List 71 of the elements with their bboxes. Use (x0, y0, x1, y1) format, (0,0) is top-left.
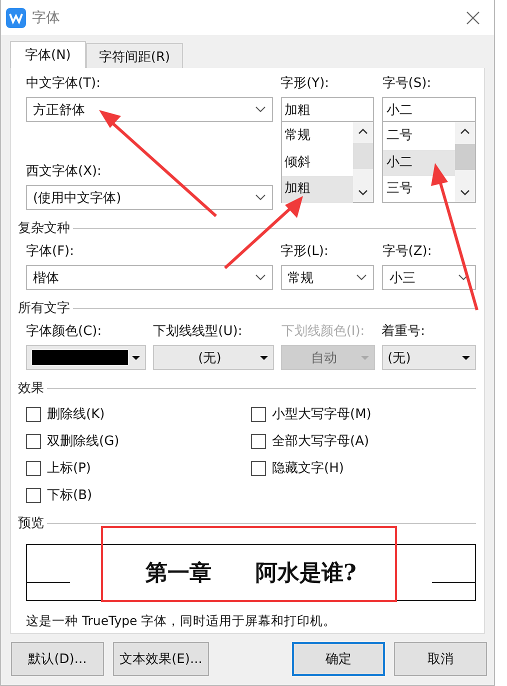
dropdown-field[interactable]: (无) (382, 345, 476, 370)
text-field[interactable]: 小二 (382, 97, 476, 122)
section-title: 效果 (18, 380, 44, 397)
section-title: 预览 (18, 515, 44, 532)
dropdown-arrow-icon (260, 356, 268, 360)
dropdown-field[interactable]: 楷体 (26, 265, 273, 290)
checkbox[interactable] (251, 460, 266, 476)
checkbox[interactable] (26, 406, 41, 422)
list-item[interactable]: 三号 (383, 176, 455, 202)
close-icon[interactable] (466, 10, 480, 24)
field-label: 字体(F): (26, 243, 76, 261)
checkbox-label: 删除线(K) (47, 406, 105, 423)
chevron-icon (458, 274, 469, 281)
dropdown-arrow-icon (462, 356, 470, 360)
list-item[interactable]: 常规 (282, 123, 354, 150)
scroll-down-icon[interactable] (358, 190, 368, 196)
preview-text: 第一章 阿水是谁? (146, 558, 356, 588)
scroll-up-icon[interactable] (358, 128, 368, 134)
button[interactable]: 默认(D)... (11, 642, 104, 676)
list-item[interactable]: 倾斜 (282, 150, 354, 176)
dropdown-arrow-icon (132, 356, 140, 360)
app-logo-icon (6, 8, 26, 28)
chevron-icon (254, 194, 266, 201)
checkbox[interactable] (26, 488, 41, 502)
color-dropdown[interactable] (26, 345, 146, 370)
window-title: 字体 (32, 8, 61, 26)
checkbox-label: 小型大写字母(M) (272, 406, 372, 423)
list-item[interactable]: 小二 (383, 150, 455, 176)
field-label: 下划线线型(U): (153, 323, 244, 341)
list-item[interactable]: 二号 (383, 123, 455, 150)
checkbox[interactable] (251, 434, 266, 448)
field-label: 字号(S): (382, 75, 432, 93)
tab[interactable]: 字符间距(R) (86, 43, 184, 68)
checkbox[interactable] (251, 406, 266, 422)
button[interactable]: 确定 (292, 642, 385, 676)
field-label: 着重号: (382, 323, 426, 341)
checkbox-label: 下标(B) (47, 487, 92, 504)
dropdown-field[interactable]: 方正舒体 (26, 97, 273, 122)
section-title: 所有文字 (18, 300, 70, 317)
dropdown-field[interactable]: 小三 (382, 265, 476, 290)
scroll-up-icon[interactable] (460, 128, 470, 134)
chevron-icon (356, 274, 368, 281)
description-text: 这是一种 TrueType 字体，同时适用于屏幕和打印机。 (26, 613, 338, 630)
checkbox-label: 隐藏文字(H) (272, 460, 344, 477)
tab[interactable]: 字体(N) (10, 41, 86, 68)
field-label: 字形(L): (280, 243, 330, 261)
chevron-icon (254, 106, 266, 113)
field-label: 字体颜色(C): (26, 323, 103, 341)
checkbox-label: 双删除线(G) (47, 433, 120, 450)
scroll-thumb[interactable] (353, 143, 374, 169)
dropdown-field[interactable]: (使用中文字体) (26, 185, 273, 210)
dropdown-arrow-icon (360, 356, 369, 360)
button[interactable]: 取消 (394, 642, 487, 676)
field-label: 中文字体(T): (26, 75, 102, 93)
checkbox-label: 上标(P) (47, 460, 91, 477)
text-field[interactable]: 加粗 (280, 97, 374, 122)
dropdown-field[interactable]: 常规 (280, 265, 374, 290)
checkbox[interactable] (26, 434, 41, 448)
field-label: 字号(Z): (382, 243, 433, 261)
scroll-thumb[interactable] (455, 144, 475, 170)
field-label: 西文字体(X): (26, 163, 102, 181)
list-item[interactable]: 加粗 (282, 176, 354, 202)
checkbox[interactable] (26, 460, 41, 476)
section-title: 复杂文种 (18, 220, 70, 237)
field-label: 字形(Y): (280, 75, 330, 93)
checkbox-label: 全部大写字母(A) (272, 433, 370, 450)
dropdown-field[interactable]: (无) (153, 345, 274, 370)
scroll-down-icon[interactable] (460, 190, 470, 196)
chevron-icon (254, 274, 266, 281)
button[interactable]: 文本效果(E)... (113, 642, 209, 676)
field-label: 下划线颜色(I): (281, 323, 366, 341)
